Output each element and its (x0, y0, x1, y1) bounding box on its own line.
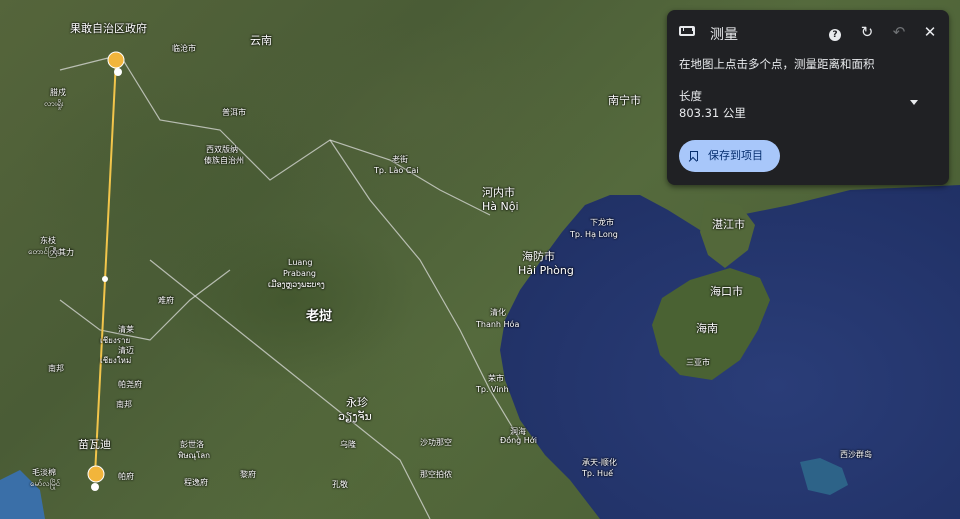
label-phayao: 帕尧府 (118, 380, 142, 389)
measure-vertex-mid (102, 276, 108, 282)
label-xishuangbanna: 傣族自治州 (204, 156, 244, 165)
label-haiphong-cn: 海防市 (522, 250, 555, 263)
label-udon: 乌隆 (340, 440, 356, 449)
length-label: 长度 (679, 89, 702, 103)
label-donghoi: Đồng Hới (500, 436, 537, 445)
unit-dropdown-icon[interactable] (910, 100, 918, 105)
label-prabang: Prabang (283, 269, 317, 278)
label-xishuangbanna-cn: 西双版纳 (206, 145, 238, 154)
label-puer: 普洱市 (222, 108, 246, 117)
panel-title: 测量 (710, 27, 738, 43)
label-sakon: 沙功那空 (420, 438, 452, 447)
label-kokang: 果敢自治区政府 (70, 22, 147, 35)
border-line (59, 54, 491, 216)
label-hue: Tp. Huế (582, 469, 614, 478)
measure-path (94, 59, 117, 476)
label-hanoi-cn: 河内市 (482, 186, 515, 199)
label-chiangmai-cn: 清迈 (118, 346, 134, 355)
label-laocai: Tp. Lào Cai (374, 166, 419, 175)
label-loei: 黎府 (240, 470, 256, 479)
instruction-text: 在地图上点击多个点，测量距离和面积 (679, 57, 875, 71)
label-halong-cn: 下龙市 (590, 218, 614, 227)
help-icon: ? (829, 29, 841, 41)
label-haiphong: Hải Phòng (518, 264, 574, 277)
label-hanoi: Hà Nội (482, 200, 519, 213)
label-laocai-cn: 老街 (392, 155, 408, 164)
label-vientiane-cn: 永珍 (346, 396, 368, 409)
label-khon: 孔敬 (332, 480, 348, 489)
label-taunggyi-cn: 东枝 (40, 236, 56, 245)
label-nanning: 南宁市 (608, 94, 641, 107)
label-zhanjiang: 湛江市 (712, 218, 745, 231)
label-phitsanulok-cn: 彭世洛 (180, 440, 204, 449)
measure-point-end (87, 465, 105, 483)
label-chiangrai-cn: 清莱 (118, 325, 134, 334)
label-yunnan: 云南 (250, 34, 272, 47)
bookmark-icon (690, 151, 698, 161)
label-xisha: 西沙群岛 (840, 450, 872, 459)
label-mawlamyine: မော်လမြိုင် (30, 479, 61, 488)
label-thanhhoa-cn: 清化 (490, 308, 506, 317)
help-button[interactable]: ? (825, 22, 845, 42)
label-nakhon: 那空拍侬 (420, 470, 452, 479)
measure-vertex-end (91, 483, 99, 491)
label-lashio: လားရှိုး (44, 99, 64, 108)
save-label: 保存到项目 (708, 149, 763, 162)
save-to-project-button[interactable]: 保存到项目 (679, 140, 780, 172)
measure-point-start (107, 51, 125, 69)
label-chiangrai: เชียงราย (100, 336, 131, 345)
close-icon: ✕ (923, 23, 937, 41)
label-myawaddy: 苗瓦迪 (78, 438, 111, 451)
label-vientiane-lo: ວຽງຈັນ (338, 410, 372, 423)
label-laos: 老挝 (306, 309, 333, 324)
close-button[interactable]: ✕ (920, 22, 940, 42)
length-value: 803.31 公里 (679, 106, 746, 120)
label-uttaradit: 程逸府 (184, 478, 208, 487)
label-sanya: 三亚市 (686, 358, 710, 367)
label-lampang-cn: 南邦 (48, 364, 64, 373)
label-luang: Luang (288, 258, 313, 267)
refresh-button[interactable]: ↻ (857, 22, 877, 42)
label-lampang: 南邦 (116, 400, 132, 409)
measure-panel: 测量 ? ↻ ↶ ✕ 在地图上点击多个点，测量距离和面积 长度 803.31 公… (667, 10, 949, 185)
label-thanhhoa: Thanh Hóa (476, 320, 520, 329)
label-prabang-lo: ເມືອງຫຼວງພະບາງ (268, 280, 325, 289)
border-line-3 (329, 139, 521, 441)
label-taunggyi: တောင်ကြီး (28, 247, 60, 256)
ruler-icon (679, 26, 695, 36)
label-lincang: 临沧市 (172, 44, 196, 53)
label-vinh-cn: 荣市 (488, 374, 504, 383)
label-vinh: Tp. Vinh (476, 385, 509, 394)
refresh-icon: ↻ (860, 23, 874, 41)
measure-vertex-start (114, 68, 122, 76)
label-phrae: 帕府 (118, 472, 134, 481)
undo-button[interactable]: ↶ (889, 22, 909, 42)
border-line-4 (59, 269, 231, 341)
label-lashio-cn: 腊戍 (50, 88, 66, 97)
undo-icon: ↶ (892, 23, 906, 41)
label-mawlamyine-cn: 毛淡棉 (32, 468, 56, 477)
label-hue-cn: 承天-顺化 (582, 458, 617, 467)
label-phitsanulok: พิษณุโลก (178, 451, 211, 460)
label-nan: 难府 (158, 296, 174, 305)
label-chiangmai: เชียงใหม่ (100, 356, 132, 365)
label-haikou: 海口市 (710, 285, 743, 298)
label-halong: Tp. Hạ Long (570, 230, 618, 239)
label-hainan: 海南 (696, 322, 718, 335)
